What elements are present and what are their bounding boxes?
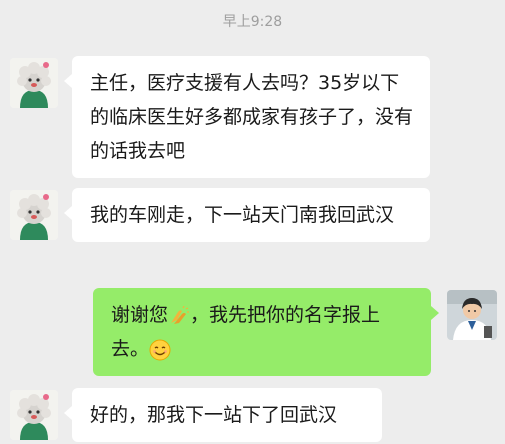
message-bubble[interactable]: 主任，医疗支援有人去吗？35岁以下的临床医生好多都成家有孩子了，没有的话我去吧 <box>64 56 430 178</box>
cartoon-avatar-icon <box>10 390 58 440</box>
clapping-hands-emoji-icon <box>168 305 190 326</box>
cartoon-avatar-icon <box>10 190 58 240</box>
sender-avatar[interactable] <box>10 58 58 108</box>
message-text: 谢谢您 <box>111 304 169 326</box>
sender-avatar[interactable] <box>10 190 58 240</box>
doctor-photo-avatar-icon <box>447 290 497 340</box>
message-bubble[interactable]: 我的车刚走，下一站天门南我回武汉 <box>64 188 430 242</box>
sender-avatar[interactable] <box>10 390 58 440</box>
smile-emoji-icon <box>149 339 171 361</box>
cartoon-avatar-icon <box>10 58 58 108</box>
message-bubble-self[interactable]: 谢谢您 ，我先把你的名字报上去。 <box>93 288 439 376</box>
chat-timestamp: 早上9:28 <box>222 14 283 30</box>
self-avatar[interactable] <box>447 290 497 340</box>
message-bubble[interactable]: 好的，那我下一站下了回武汉 <box>64 388 382 442</box>
